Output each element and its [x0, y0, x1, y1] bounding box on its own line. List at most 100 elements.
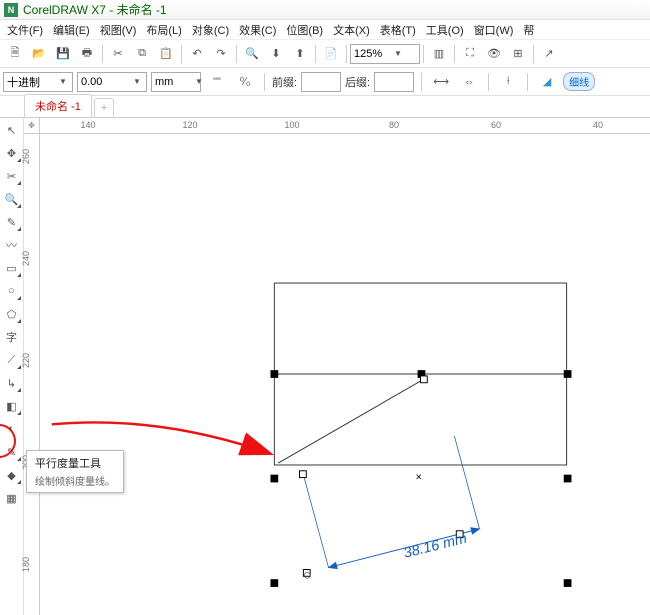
separator	[264, 73, 265, 91]
separator	[421, 73, 422, 91]
selection-handle[interactable]	[564, 579, 572, 587]
menu-table[interactable]: 表格(T)	[376, 20, 420, 40]
annotation-arrow	[52, 422, 270, 453]
standard-toolbar: 🗎 📂 💾 🖶 ✂ ⧉ 📋 ↶ ↷ 🔍 ⬇ ⬆ 📄 ▼ ▥ ⛶ 👁 ⊞ ↗	[0, 40, 650, 68]
extension-line-icon[interactable]: ◢	[535, 71, 559, 93]
publish-pdf-icon[interactable]: 📄	[319, 43, 343, 65]
selection-handle[interactable]	[564, 475, 572, 483]
app-logo-icon: N	[4, 3, 18, 17]
ruler-tick: 220	[21, 353, 31, 368]
canvas-svg: × 38.16 mm	[40, 134, 650, 615]
undo-icon[interactable]: ↶	[185, 43, 209, 65]
show-units-icon[interactable]: ""	[205, 71, 229, 93]
dim-style-combo[interactable]: ▼	[3, 72, 73, 92]
menu-layout[interactable]: 布局(L)	[142, 20, 185, 40]
polygon-tool-icon[interactable]: ⬠	[2, 304, 22, 324]
snap-icon[interactable]: ▥	[427, 43, 451, 65]
shape-tool-icon[interactable]: ✥	[2, 143, 22, 163]
open-icon[interactable]: 📂	[27, 43, 51, 65]
prefix-label: 前缀:	[272, 74, 297, 90]
menu-help[interactable]: 帮	[519, 20, 538, 40]
dim-unit-combo[interactable]: ▼	[151, 72, 201, 92]
selection-handle[interactable]	[270, 579, 278, 587]
hairline-pill[interactable]: 细线	[563, 72, 595, 91]
separator	[454, 45, 455, 63]
crop-tool-icon[interactable]: ✂	[2, 166, 22, 186]
ruler-tick: 80	[389, 120, 399, 130]
ruler-tick: 40	[593, 120, 603, 130]
diagonal-line	[278, 379, 424, 463]
options-icon[interactable]: ⊞	[506, 43, 530, 65]
export-icon[interactable]: ⬆	[288, 43, 312, 65]
rectangle-tool-icon[interactable]: ▭	[2, 258, 22, 278]
menu-object[interactable]: 对象(C)	[188, 20, 233, 40]
ruler-origin-icon[interactable]: ✥	[24, 118, 40, 134]
node-handle[interactable]	[420, 376, 427, 383]
new-icon[interactable]: 🗎	[3, 43, 27, 65]
smart-fill-icon[interactable]: ▦	[2, 488, 22, 508]
parallel-dimension-tool-icon[interactable]: ⟋	[2, 350, 22, 370]
tool-tooltip: 平行度量工具 绘制倾斜度量线。	[26, 450, 124, 493]
center-marker-icon: ×	[416, 471, 422, 483]
redo-icon[interactable]: ↷	[209, 43, 233, 65]
transparency-tool-icon[interactable]: ◐	[2, 419, 22, 439]
copy-icon[interactable]: ⧉	[130, 43, 154, 65]
preview-icon[interactable]: 👁	[482, 43, 506, 65]
save-icon[interactable]: 💾	[51, 43, 75, 65]
dim-style-input[interactable]	[7, 76, 57, 88]
fullscreen-icon[interactable]: ⛶	[458, 43, 482, 65]
drop-shadow-icon[interactable]: ◧	[2, 396, 22, 416]
dim-precision-input[interactable]	[81, 76, 131, 88]
ruler-tick: 120	[182, 120, 197, 130]
zero-icon[interactable]: ⁰⁄₀	[233, 71, 257, 93]
menu-tools[interactable]: 工具(O)	[422, 20, 468, 40]
document-tabs: 未命名 -1 +	[0, 96, 650, 118]
connector-tool-icon[interactable]: ↳	[2, 373, 22, 393]
freehand-tool-icon[interactable]: ✎	[2, 212, 22, 232]
tab-add[interactable]: +	[94, 98, 114, 117]
suffix-input[interactable]	[374, 72, 414, 92]
launch-icon[interactable]: ↗	[537, 43, 561, 65]
vertical-ruler[interactable]: 260 240 220 200 180	[24, 134, 40, 615]
text-tool-icon[interactable]: 字	[2, 327, 22, 347]
import-icon[interactable]: ⬇	[264, 43, 288, 65]
menu-bitmap[interactable]: 位图(B)	[282, 20, 327, 40]
menu-view[interactable]: 视图(V)	[96, 20, 141, 40]
dim-precision-combo[interactable]: ▼	[77, 72, 147, 92]
horizontal-ruler[interactable]: 140 120 100 80 60 40	[40, 118, 650, 134]
menu-edit[interactable]: 编辑(E)	[49, 20, 94, 40]
zoom-input[interactable]	[354, 48, 392, 60]
zoom-tool-icon[interactable]: 🔍	[2, 189, 22, 209]
ellipse-tool-icon[interactable]: ○	[2, 281, 22, 301]
node-handle[interactable]	[300, 471, 307, 478]
artistic-media-icon[interactable]: 〰	[2, 235, 22, 255]
tooltip-body: 绘制倾斜度量线。	[35, 473, 115, 488]
dynamic-icon[interactable]: ⇔	[457, 71, 481, 93]
drawing-canvas[interactable]: × 38.16 mm	[40, 134, 650, 615]
separator	[181, 45, 182, 63]
prefix-input[interactable]	[301, 72, 341, 92]
text-position-icon[interactable]: ⟊	[496, 71, 520, 93]
selection-handle[interactable]	[270, 370, 278, 378]
menu-window[interactable]: 窗口(W)	[470, 20, 518, 40]
interactive-fill-icon[interactable]: ◆	[2, 465, 22, 485]
leading-zero-icon[interactable]: ⟷	[429, 71, 453, 93]
window-title: CorelDRAW X7 - 未命名 -1	[23, 1, 167, 18]
pick-tool-icon[interactable]: ↖	[2, 120, 22, 140]
menu-file[interactable]: 文件(F)	[3, 20, 47, 40]
menu-text[interactable]: 文本(X)	[329, 20, 374, 40]
tooltip-title: 平行度量工具	[35, 455, 115, 471]
search-icon[interactable]: 🔍	[240, 43, 264, 65]
selection-handle[interactable]	[564, 370, 572, 378]
cut-icon[interactable]: ✂	[106, 43, 130, 65]
separator	[527, 73, 528, 91]
separator	[533, 45, 534, 63]
tab-document-1[interactable]: 未命名 -1	[24, 94, 92, 117]
selection-handle[interactable]	[270, 475, 278, 483]
eyedropper-icon[interactable]: ✎	[2, 442, 22, 462]
dim-unit-input[interactable]	[155, 76, 193, 88]
zoom-combo[interactable]: ▼	[350, 44, 420, 64]
paste-icon[interactable]: 📋	[154, 43, 178, 65]
print-icon[interactable]: 🖶	[75, 43, 99, 65]
menu-effect[interactable]: 效果(C)	[235, 20, 280, 40]
